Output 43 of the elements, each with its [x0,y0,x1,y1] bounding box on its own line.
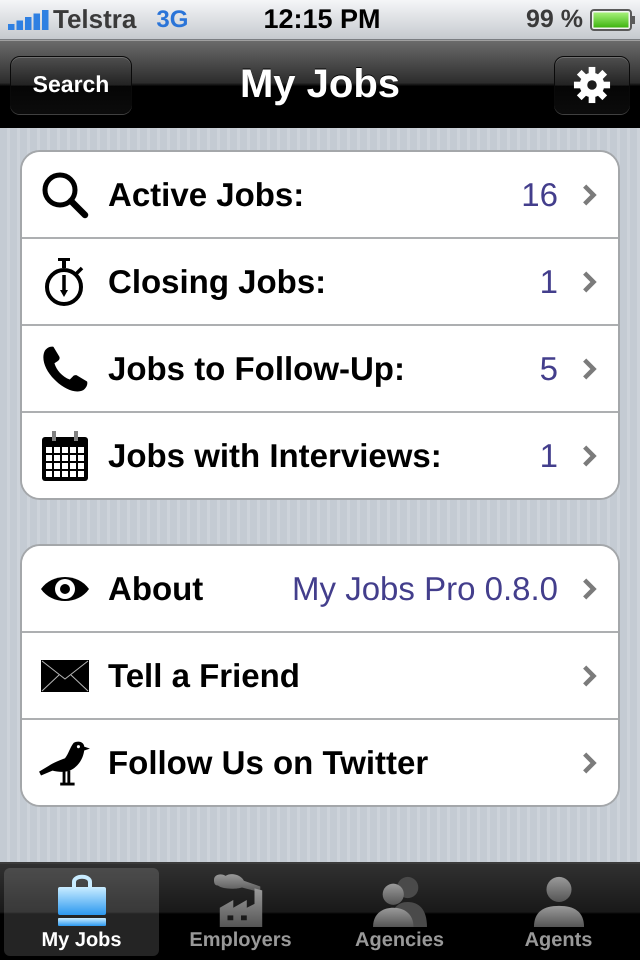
tab[interactable]: Employers [163,868,318,956]
clock: 12:15 PM [263,4,381,35]
search-button[interactable]: Search [10,56,132,114]
chevron-icon [582,270,598,294]
tab[interactable]: My Jobs [4,868,159,956]
settings-button[interactable] [554,56,630,114]
search-icon [41,170,89,218]
briefcase-icon [58,873,106,927]
phone-icon [41,344,89,392]
chevron-icon [582,356,598,380]
item-label: Closing Jobs: [108,262,326,300]
envelope-icon [41,660,89,692]
settings-icon [573,66,611,104]
people-icon [370,875,428,927]
battery-icon [590,8,636,30]
item-label: Jobs to Follow-Up: [108,350,405,388]
chevron-icon [582,664,598,688]
item-value: 16 [521,176,558,214]
chevron-icon [582,576,598,600]
item-value: 1 [540,262,558,300]
bird-icon [39,738,91,786]
item-label: Tell a Friend [108,656,300,694]
item-value: My Jobs Pro 0.8.0 [292,570,558,608]
item-value: 5 [540,350,558,388]
chevron-icon [582,182,598,206]
item-label: Active Jobs: [108,176,304,214]
chevron-icon [582,750,598,774]
item-label: Follow Us on Twitter [108,744,428,782]
item-label: Jobs with Interviews: [108,436,442,474]
battery-percent: 99 % [526,5,583,34]
network-type: 3G [156,6,188,34]
signal-icon [8,10,49,30]
tab[interactable]: Agencies [322,868,477,956]
item-label: About [108,570,204,608]
chevron-icon [582,444,598,468]
tab[interactable]: Agents [481,868,636,956]
item-value: 1 [540,436,558,474]
person-icon [532,875,586,927]
calendar-icon [42,430,88,480]
list-item[interactable]: Follow Us on Twitter [22,718,618,805]
page-title: My Jobs [240,62,400,107]
list-item[interactable]: Jobs with Interviews: 1 [22,411,618,498]
carrier-name: Telstra [53,4,136,35]
